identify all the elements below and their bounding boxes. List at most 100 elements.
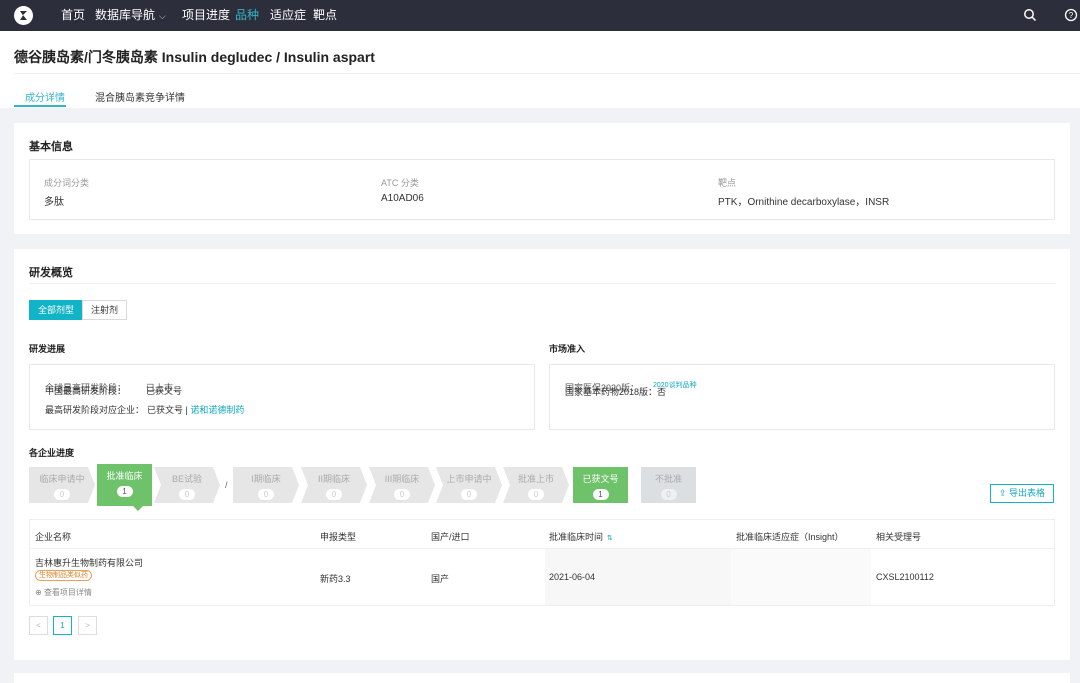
stage-name: 临床申请中 xyxy=(39,474,85,484)
stage-market-approved[interactable]: 批准上市 0 xyxy=(503,467,569,503)
active-stage-pointer xyxy=(133,506,143,511)
segment-all-forms[interactable]: 全部剂型 xyxy=(29,300,83,320)
nav-item-indication[interactable]: 适应症 xyxy=(270,8,306,23)
stage-name: 已获文号 xyxy=(582,474,619,484)
next-card xyxy=(14,673,1070,683)
rd-divider xyxy=(29,283,1055,284)
field-label: 成分词分类 xyxy=(44,178,90,188)
table-header: 企业名称 申报类型 国产/进口 批准临床时间 ⇅ 批准临床适应症（Insight）… xyxy=(30,520,1054,549)
stage-be-trial[interactable]: BE试验 0 xyxy=(154,467,220,503)
next-page-button[interactable]: > xyxy=(78,616,97,635)
stage-count: 0 xyxy=(528,489,544,500)
view-detail-label: 查看项目详情 xyxy=(43,588,92,597)
stage-name: 不批准 xyxy=(654,474,682,484)
plus-circle-icon: ⊕ xyxy=(35,588,42,597)
basic-info-card: 基本信息 成分词分类 多肽 ATC 分类 A10AD06 靶点 PTK，Orni… xyxy=(14,123,1070,234)
export-label: 导出表格 xyxy=(1009,488,1046,498)
negotiation-link[interactable]: 2020谈判品种 xyxy=(653,380,697,390)
stage-phase-1[interactable]: I期临床 0 xyxy=(233,467,299,503)
export-table-button[interactable]: ⇪ 导出表格 xyxy=(990,484,1054,503)
search-icon[interactable] xyxy=(1023,8,1037,22)
stage-count: 0 xyxy=(660,489,677,500)
stage-name: 批准临床 xyxy=(106,471,143,481)
prev-page-button[interactable]: < xyxy=(29,616,48,635)
page-header: 德谷胰岛素/门冬胰岛素 Insulin degludec / Insulin a… xyxy=(0,31,1080,108)
biosimilar-tag: 生物制品类似药 xyxy=(35,570,92,581)
stage-count: 0 xyxy=(179,489,195,500)
stage-name: 批准上市 xyxy=(517,474,554,484)
sort-icon[interactable]: ⇅ xyxy=(607,534,613,542)
col-type: 申报类型 xyxy=(320,532,357,542)
top-nav: 首页 数据库导航 ⌵ 项目进度 品种 适应症 靶点 ? xyxy=(0,0,1080,31)
essential-drug-text: 国家基本药物2018版：否 xyxy=(565,387,667,397)
stage-name: 上市申请中 xyxy=(446,474,492,484)
col-indication: 批准临床适应症（Insight） xyxy=(736,532,844,542)
market-access-box: 国家医保2020版： 国家基本药物2018版：否 2020谈判品种 xyxy=(549,364,1055,430)
tab-ingredient-detail[interactable]: 成分详情 xyxy=(25,89,65,104)
col-approval-date[interactable]: 批准临床时间 ⇅ xyxy=(549,530,613,543)
rd-overview-title: 研发概览 xyxy=(29,267,73,279)
chevron-down-icon: ⌵ xyxy=(159,11,166,21)
nav-item-db-nav-label: 数据库导航 xyxy=(95,8,156,22)
stage-count: 1 xyxy=(592,489,609,500)
logo-icon[interactable] xyxy=(14,6,33,25)
nav-item-progress[interactable]: 项目进度 xyxy=(182,8,230,23)
col-company: 企业名称 xyxy=(35,532,72,542)
accept-no-link[interactable]: CXSL2100112 xyxy=(876,572,934,582)
stage-count: 0 xyxy=(326,489,342,500)
col-accept-no: 相关受理号 xyxy=(876,532,922,542)
stage-phase-2[interactable]: II期临床 0 xyxy=(301,467,367,503)
stage-separator: / xyxy=(225,480,228,490)
stage-name: BE试验 xyxy=(171,474,202,484)
stages-title: 各企业进度 xyxy=(29,448,75,458)
stage-clinical-application[interactable]: 临床申请中 0 xyxy=(29,467,95,503)
field-value: A10AD06 xyxy=(381,193,424,204)
nav-item-variety[interactable]: 品种 xyxy=(235,8,259,23)
tab-mixed-insulin-competition[interactable]: 混合胰岛素竞争详情 xyxy=(95,89,185,104)
svg-text:?: ? xyxy=(1069,11,1074,20)
view-project-detail[interactable]: ⊕ 查看项目详情 xyxy=(35,587,92,598)
header-divider xyxy=(14,73,1080,74)
nav-item-home[interactable]: 首页 xyxy=(61,8,85,23)
field-label: ATC 分类 xyxy=(381,178,419,188)
cell-date: 2021-06-04 xyxy=(549,572,596,582)
help-icon[interactable]: ? xyxy=(1064,8,1078,22)
col-approval-date-label: 批准临床时间 xyxy=(549,532,604,542)
company-link[interactable]: 诺和诺德制药 xyxy=(190,405,244,415)
stage-phase-3[interactable]: III期临床 0 xyxy=(369,467,435,503)
rd-progress-title: 研发进展 xyxy=(29,344,66,354)
rd-progress-box: 全球最高研发阶段： 中国最高研发阶段： 已上市 已获文号 最高研发阶段对应企业：… xyxy=(29,364,535,430)
nav-item-target[interactable]: 靶点 xyxy=(313,8,337,23)
page-1-button[interactable]: 1 xyxy=(53,616,72,635)
stage-count: 0 xyxy=(54,489,70,500)
basic-info-title: 基本信息 xyxy=(29,141,73,153)
stage-market-application[interactable]: 上市申请中 0 xyxy=(436,467,502,503)
stage-count: 0 xyxy=(258,489,274,500)
segment-injection[interactable]: 注射剂 xyxy=(82,300,127,320)
highest-stage-label: 中国最高研发阶段： xyxy=(45,386,127,396)
field-value: PTK，Ornithine decarboxylase，INSR xyxy=(718,197,890,208)
field-label: 靶点 xyxy=(718,178,737,188)
field-value: 多肽 xyxy=(44,197,64,208)
page-title: 德谷胰岛素/门冬胰岛素 Insulin degludec / Insulin a… xyxy=(14,49,375,65)
cell-type: 新药3.3 xyxy=(320,574,351,584)
stage-name: III期临床 xyxy=(384,474,420,484)
stage-count: 0 xyxy=(394,489,410,500)
stage-licensed[interactable]: 已获文号 1 xyxy=(573,467,628,503)
nav-item-db-nav[interactable]: 数据库导航 ⌵ xyxy=(95,8,166,24)
highest-stage-value: 已获文号 xyxy=(146,386,183,396)
rd-overview-card: 研发概览 全部剂型 注射剂 研发进展 市场准入 全球最高研发阶段： 中国最高研发… xyxy=(14,249,1070,660)
company-table: 企业名称 申报类型 国产/进口 批准临床时间 ⇅ 批准临床适应症（Insight）… xyxy=(29,519,1055,606)
stage-clinical-approved[interactable]: 批准临床 1 xyxy=(97,464,152,506)
company-value: 已获文号 | xyxy=(147,405,188,415)
stage-name: II期临床 xyxy=(317,474,350,484)
company-label: 最高研发阶段对应企业： xyxy=(45,405,145,415)
company-name-link[interactable]: 吉林惠升生物制药有限公司 xyxy=(35,556,143,569)
basic-info-box: 成分词分类 多肽 ATC 分类 A10AD06 靶点 PTK，Ornithine… xyxy=(29,159,1055,220)
col-origin: 国产/进口 xyxy=(431,532,470,542)
stage-count: 0 xyxy=(461,489,477,500)
export-icon: ⇪ xyxy=(998,488,1007,498)
active-tab-indicator xyxy=(14,105,66,107)
stage-rejected[interactable]: 不批准 0 xyxy=(641,467,696,503)
stage-name: I期临床 xyxy=(251,474,281,484)
